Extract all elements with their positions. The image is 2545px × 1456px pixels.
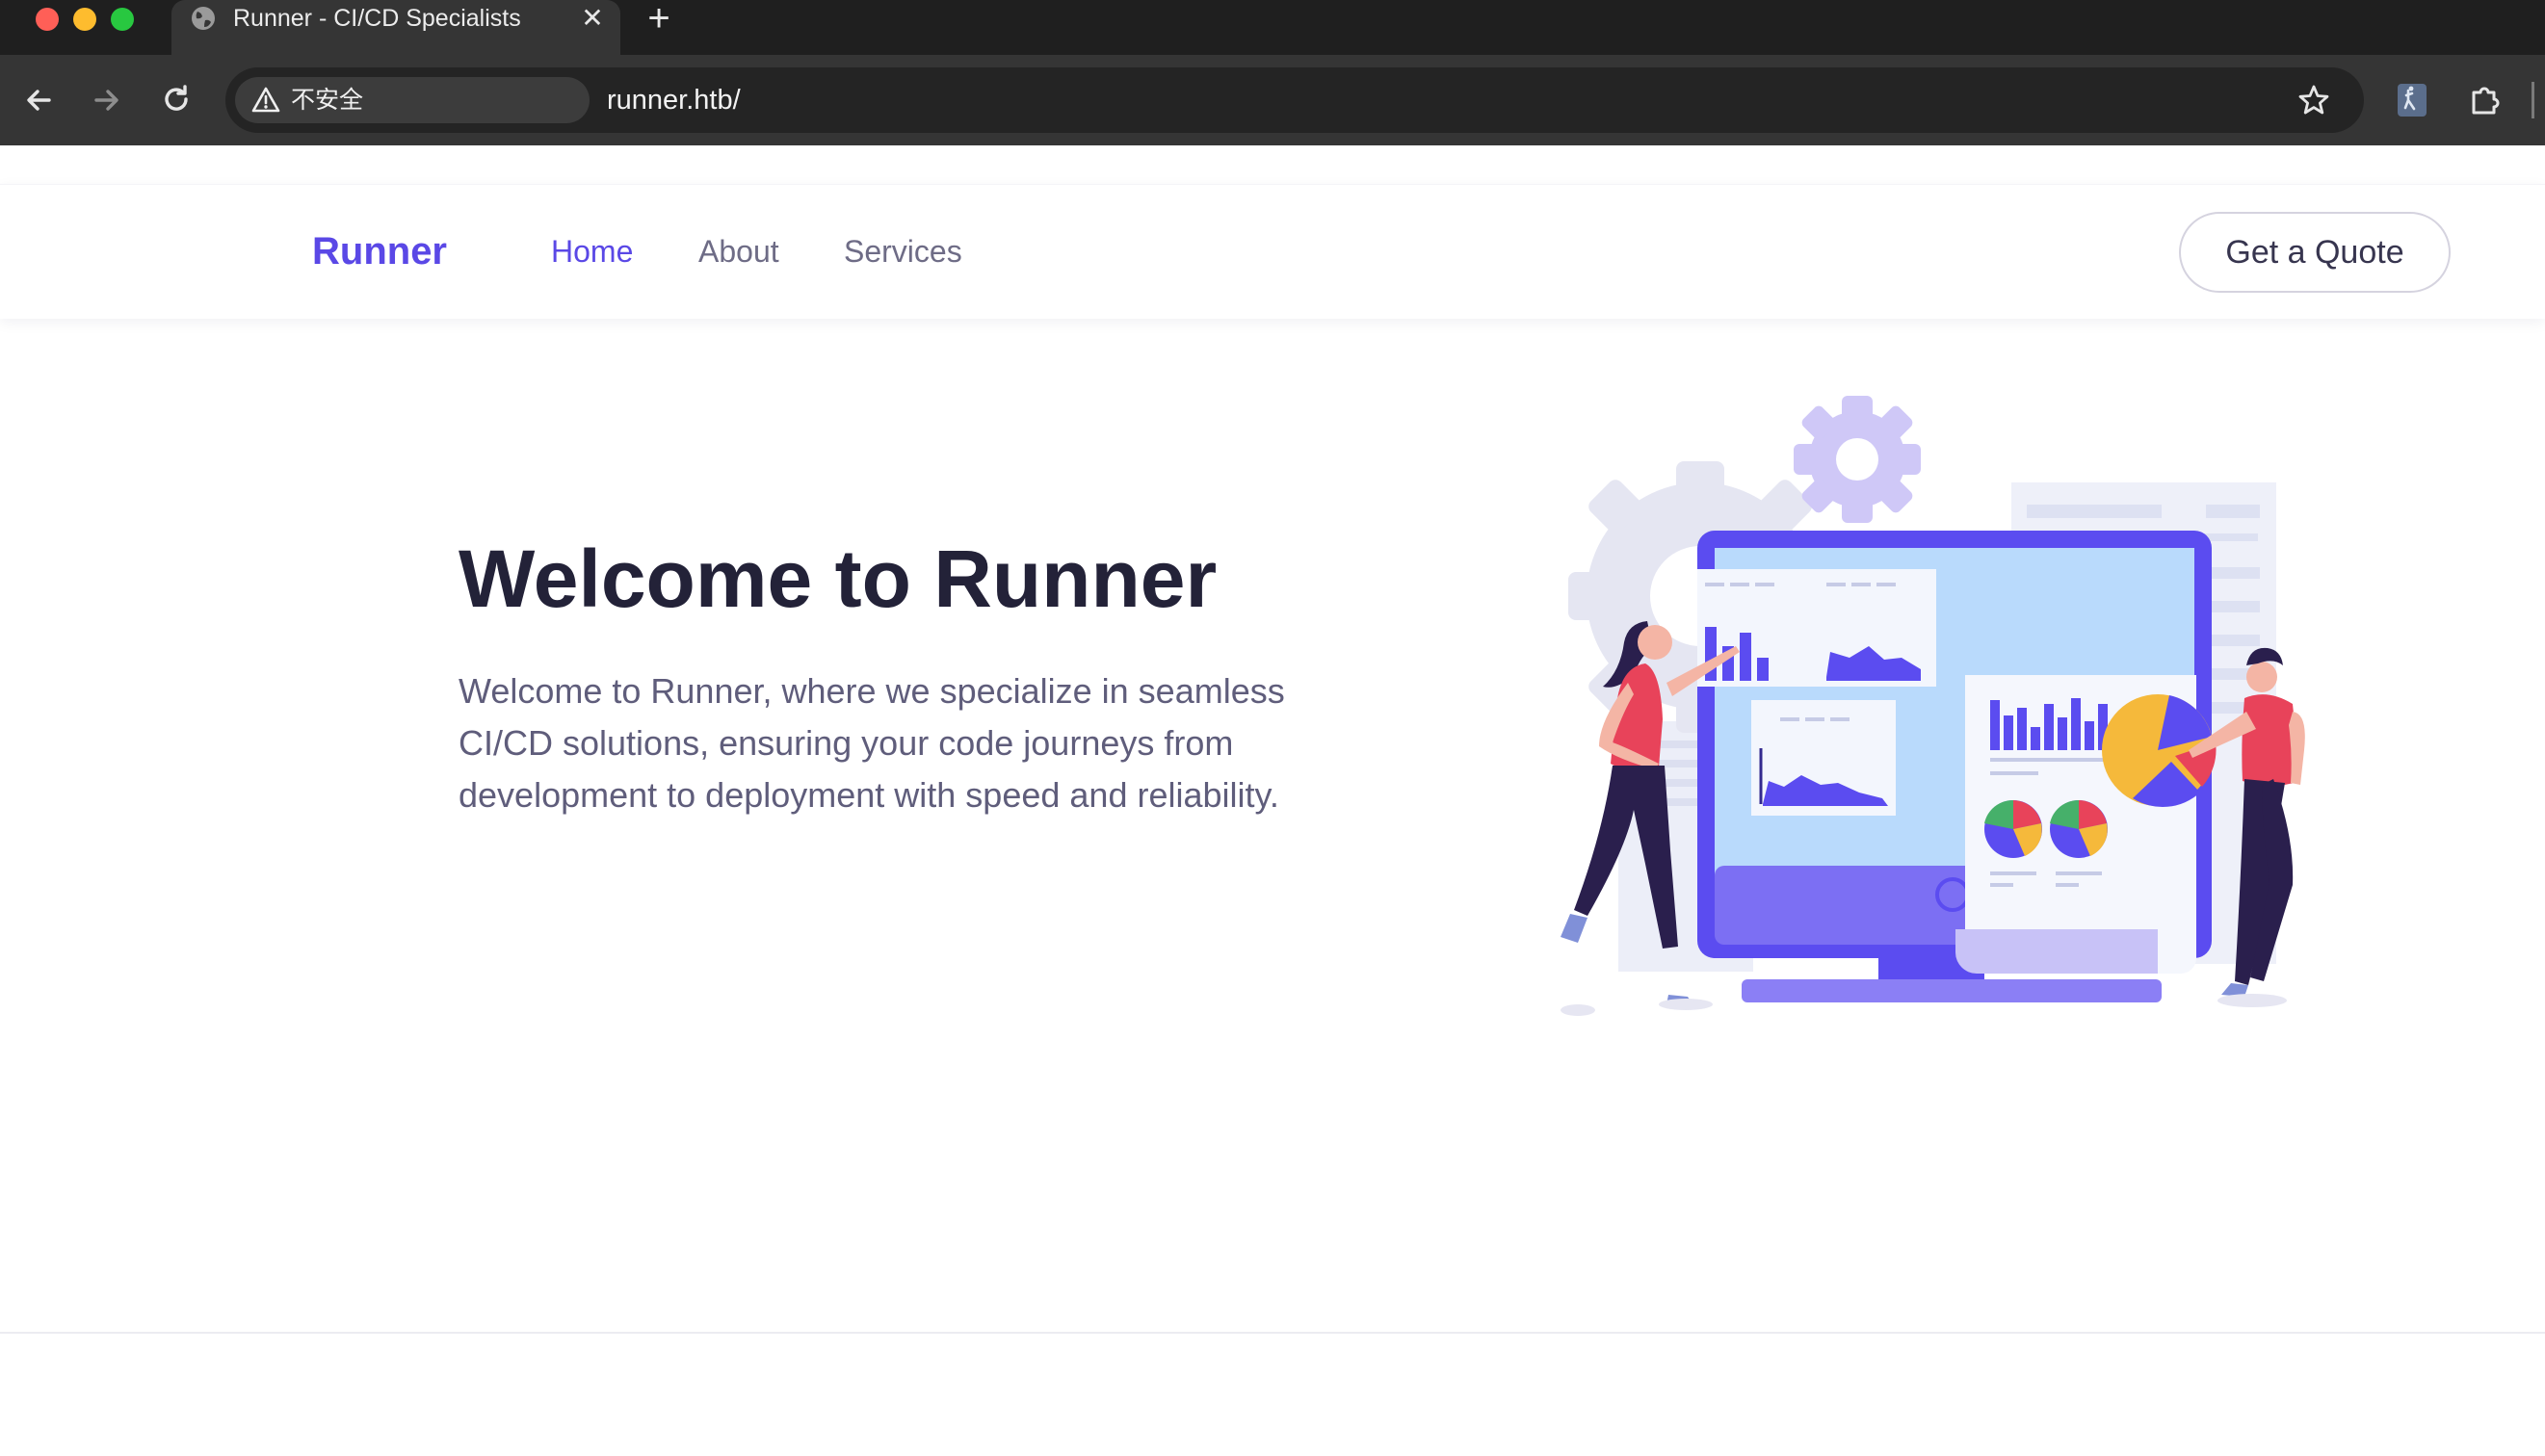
browser-tabstrip: Runner - CI/CD Specialists ✕ + bbox=[0, 0, 2545, 55]
window-close-button[interactable] bbox=[36, 8, 59, 31]
browser-toolbar: 不安全 runner.htb/ bbox=[0, 55, 2545, 145]
puzzle-piece-icon[interactable] bbox=[2466, 81, 2505, 119]
address-bar[interactable]: 不安全 runner.htb/ bbox=[225, 67, 2364, 133]
gear-small-icon bbox=[1794, 396, 1921, 523]
arrow-left-icon[interactable] bbox=[18, 80, 59, 120]
window-maximize-button[interactable] bbox=[111, 8, 134, 31]
get-a-quote-button[interactable]: Get a Quote bbox=[2179, 212, 2451, 293]
star-icon[interactable] bbox=[2296, 83, 2331, 117]
new-tab-button[interactable]: + bbox=[640, 0, 678, 38]
section-divider bbox=[0, 1332, 2545, 1334]
security-chip-label: 不安全 bbox=[291, 87, 364, 114]
hero-description-line: development to deployment with speed and… bbox=[459, 775, 1279, 815]
site-header: Runner Home About Services Get a Quote bbox=[0, 184, 2545, 319]
hero-description-line: Welcome to Runner, where we specialize i… bbox=[459, 671, 1285, 711]
warning-triangle-icon bbox=[251, 87, 280, 113]
browser-tab[interactable]: Runner - CI/CD Specialists ✕ bbox=[171, 0, 620, 55]
nav-link-home[interactable]: Home bbox=[551, 229, 633, 273]
hero-description-line: CI/CD solutions, ensuring your code jour… bbox=[459, 723, 1234, 763]
hero-illustration bbox=[1561, 396, 2305, 1016]
arrow-right-icon[interactable] bbox=[87, 80, 127, 120]
globe-icon bbox=[192, 7, 215, 30]
toolbar-divider bbox=[2532, 82, 2534, 118]
nav-link-services[interactable]: Services bbox=[844, 229, 962, 273]
nav-link-about[interactable]: About bbox=[698, 229, 779, 273]
reload-icon[interactable] bbox=[156, 80, 197, 120]
page-viewport: Runner Home About Services Get a Quote W… bbox=[0, 145, 2545, 1456]
tab-close-icon[interactable]: ✕ bbox=[576, 2, 609, 35]
extension-runner-icon[interactable] bbox=[2395, 81, 2429, 119]
hero-title: Welcome to Runner bbox=[459, 533, 1218, 624]
window-minimize-button[interactable] bbox=[73, 8, 96, 31]
brand-logo[interactable]: Runner bbox=[312, 227, 447, 275]
security-chip[interactable]: 不安全 bbox=[235, 77, 590, 123]
hero-description: Welcome to Runner, where we specialize i… bbox=[459, 665, 1345, 821]
url-text[interactable]: runner.htb/ bbox=[607, 67, 741, 133]
tab-title: Runner - CI/CD Specialists bbox=[233, 5, 521, 32]
